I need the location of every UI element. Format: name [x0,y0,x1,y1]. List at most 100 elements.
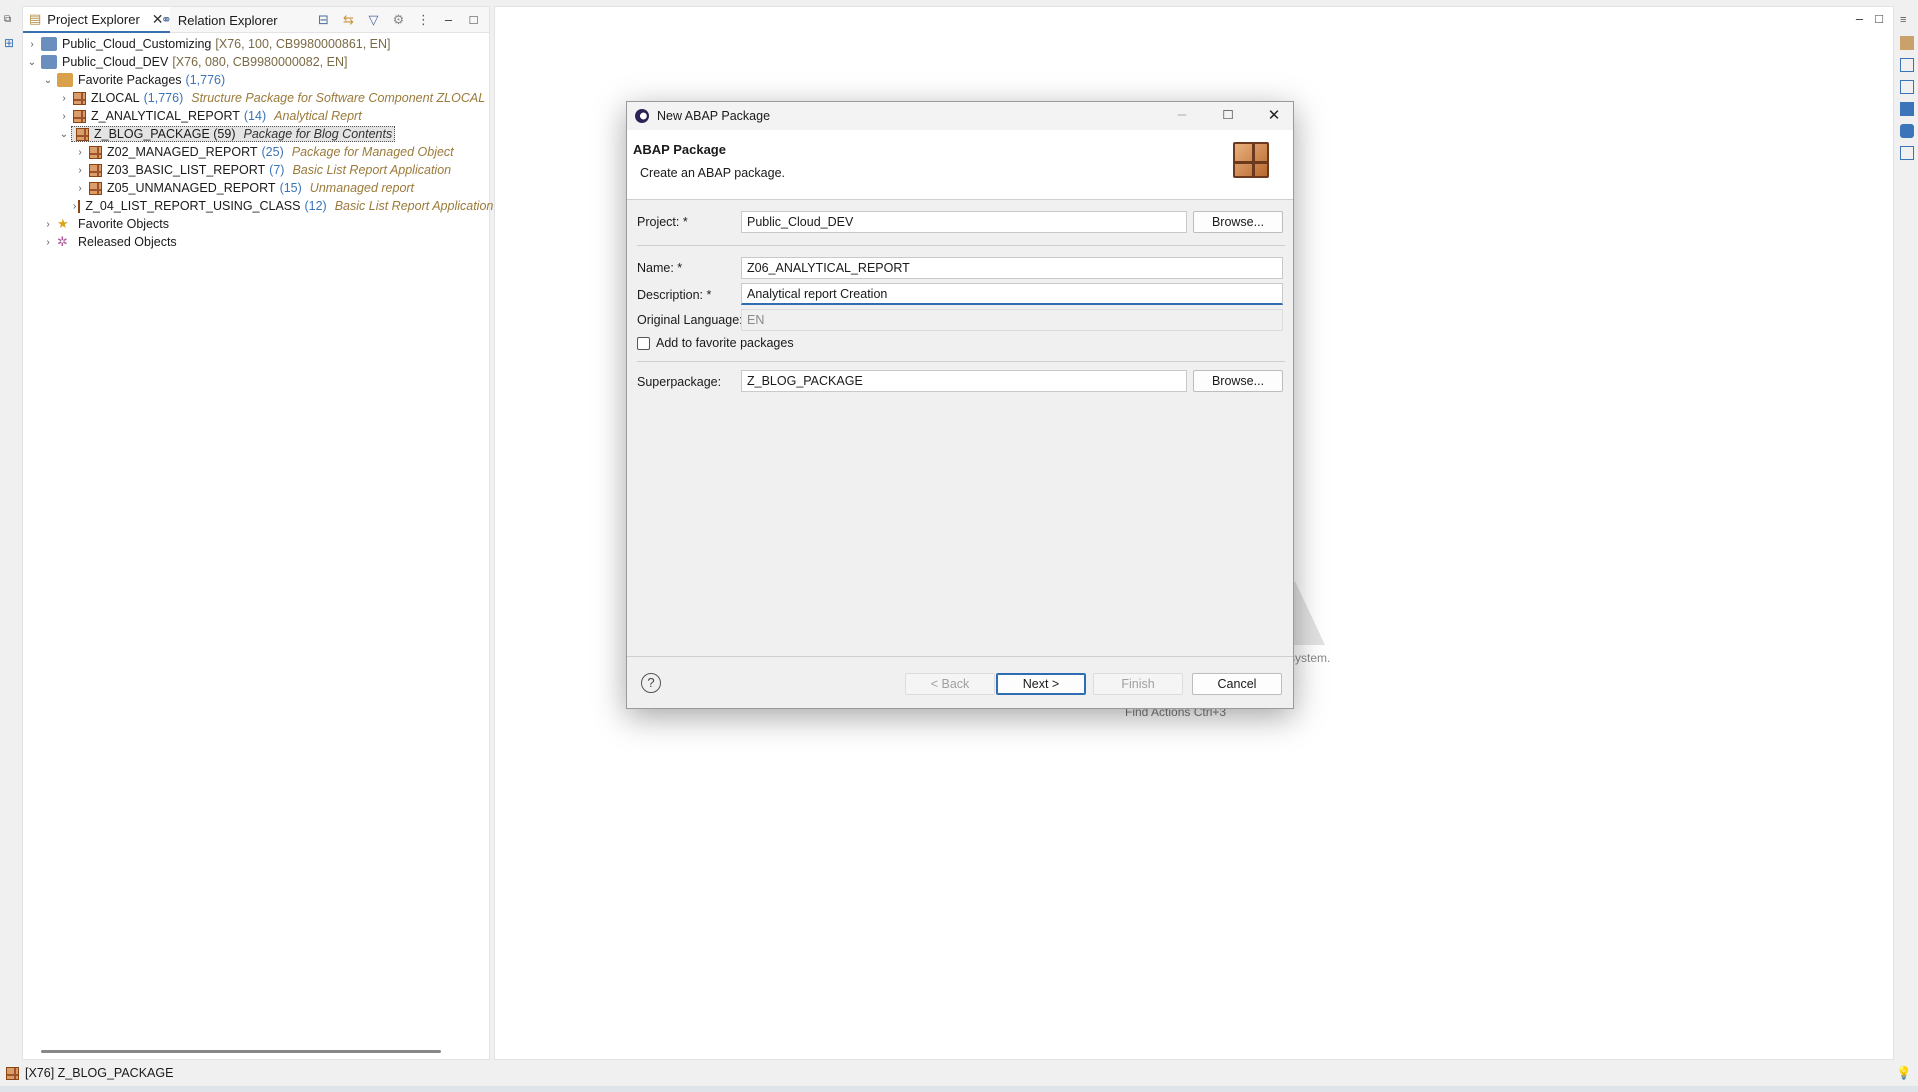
tree-item-released-objects[interactable]: › ✲ Released Objects [23,233,489,251]
tab-project-explorer[interactable]: ▤ Project Explorer ✕ [23,7,170,33]
favorite-package-icon [57,73,73,87]
description-field[interactable]: Analytical report Creation [741,283,1283,305]
tree-item-zlocal[interactable]: › ZLOCAL (1,776) Structure Package for S… [23,89,489,107]
name-label: Name: * [637,261,683,275]
chevron-right-icon[interactable]: › [25,39,39,50]
tree-item-z-analytical-report[interactable]: › Z_ANALYTICAL_REPORT (14) Analytical Re… [23,107,489,125]
chevron-right-icon[interactable]: › [57,111,71,122]
status-bar: [X76] Z_BLOG_PACKAGE 💡 [0,1062,1918,1084]
folder-icon: ▤ [29,11,42,26]
properties-icon[interactable] [1900,58,1914,72]
tree-item-favorite-objects[interactable]: › ★ Favorite Objects [23,215,489,233]
maximize-icon[interactable]: □ [466,12,481,27]
filter-icon[interactable]: ▽ [366,12,381,27]
link-icon[interactable]: ⇆ [341,12,356,27]
window-bottom-edge [0,1086,1918,1092]
feed-icon[interactable] [1900,124,1914,138]
maximize-icon[interactable]: □ [1217,106,1239,124]
tree-item-public-cloud-customizing[interactable]: › Public_Cloud_Customizing [X76, 100, CB… [23,35,489,53]
project-tree: › Public_Cloud_Customizing [X76, 100, CB… [23,35,517,251]
tree-item-z03-basic-list-report[interactable]: › Z03_BASIC_LIST_REPORT (7) Basic List R… [23,161,489,179]
settings-icon[interactable]: ⚙ [391,12,406,27]
dialog-title-bar[interactable]: New ABAP Package – □ ✕ [627,102,1293,130]
chevron-right-icon[interactable]: › [73,165,87,176]
superpackage-field[interactable]: Z_BLOG_PACKAGE [741,370,1187,392]
project-browse-button[interactable]: Browse... [1193,211,1283,233]
right-trim-bar: ≡ [1896,0,1918,1060]
tree-item-z-04-list-report-using-class[interactable]: › Z_04_LIST_REPORT_USING_CLASS (12) Basi… [23,197,517,215]
superpackage-browse-button[interactable]: Browse... [1193,370,1283,392]
original-language-label: Original Language: [637,313,743,327]
chevron-right-icon[interactable]: › [73,201,76,212]
tree-item-favorite-packages[interactable]: ⌄ Favorite Packages (1,776) [23,71,489,89]
minimize-icon[interactable]: – [1171,106,1193,124]
selected-item: Z_BLOG_PACKAGE (59) Package for Blog Con… [71,126,396,142]
maximize-icon[interactable]: □ [1875,11,1883,26]
minimize-icon[interactable]: – [441,12,456,27]
tree-item-public-cloud-dev[interactable]: ⌄ Public_Cloud_DEV [X76, 080, CB99800000… [23,53,489,71]
chevron-down-icon[interactable]: ⌄ [41,75,55,86]
chevron-down-icon[interactable]: ⌄ [25,57,39,68]
project-label: Project: * [637,215,688,229]
eclipse-icon [635,109,649,123]
package-icon [78,199,81,213]
package-icon [89,181,102,195]
package-icon [76,127,89,141]
description-label: Description: * [637,288,712,302]
transport-icon[interactable] [1900,146,1914,160]
wizard-subtitle: Create an ABAP package. [640,166,786,180]
explorer-toolbar: ⊟ ⇆ ▽ ⚙ ⋮ – □ [316,12,481,27]
original-language-field: EN [741,309,1283,331]
separator [627,656,1293,657]
project-field[interactable]: Public_Cloud_DEV [741,211,1187,233]
superpackage-label: Superpackage: [637,375,722,389]
status-text: [X76] Z_BLOG_PACKAGE [25,1066,174,1080]
chevron-right-icon[interactable]: › [57,93,71,104]
wizard-header: ABAP Package Create an ABAP package. [627,130,1293,200]
collapse-all-icon[interactable]: ⊟ [316,12,331,27]
project-explorer-panel: ▤ Project Explorer ✕ ⚭ Relation Explorer… [22,6,517,1060]
package-icon [73,91,86,105]
chevron-right-icon[interactable]: › [73,147,87,158]
chevron-right-icon[interactable]: › [41,237,55,248]
minimize-icon[interactable]: – [1856,11,1863,26]
finish-button[interactable]: Finish [1093,673,1183,695]
view-menu-icon[interactable]: ⋮ [416,12,431,27]
package-icon [1233,142,1269,178]
project-icon [41,55,57,69]
project-explorer-icon[interactable]: ⊞ [4,36,18,50]
book-icon[interactable] [1900,102,1914,116]
separator [637,245,1285,246]
chevron-right-icon[interactable]: › [41,219,55,230]
gear-icon: ✲ [57,234,68,249]
name-field[interactable]: Z06_ANALYTICAL_REPORT [741,257,1283,279]
tree-item-z02-managed-report[interactable]: › Z02_MANAGED_REPORT (25) Package for Ma… [23,143,489,161]
tab-label: Project Explorer [47,11,140,27]
task-icon[interactable] [1900,80,1914,94]
package-icon [73,109,86,123]
outline-icon[interactable]: ≡ [1900,14,1914,28]
checkbox[interactable] [637,336,650,350]
tree-item-z-blog-package[interactable]: ⌄ Z_BLOG_PACKAGE (59) Package for Blog C… [23,125,489,143]
chevron-right-icon[interactable]: › [73,183,87,194]
next-button[interactable]: Next > [996,673,1086,695]
add-to-favorites-checkbox[interactable]: Add to favorite packages [637,336,794,350]
relation-icon: ⚭ [161,12,172,27]
package-icon [6,1066,19,1080]
lightbulb-icon[interactable]: 💡 [1896,1066,1912,1081]
dialog-title: New ABAP Package [657,109,771,123]
welcome-hint-text: system. [1289,651,1331,665]
tree-item-z05-unmanaged-report[interactable]: › Z05_UNMANAGED_REPORT (15) Unmanaged re… [23,179,489,197]
tab-relation-explorer[interactable]: ⚭ Relation Explorer [155,7,284,33]
feature-icon[interactable] [1900,36,1914,50]
horizontal-scrollbar[interactable] [41,1050,441,1053]
help-icon[interactable]: ? [641,673,661,693]
cancel-button[interactable]: Cancel [1192,673,1282,695]
back-button[interactable]: < Back [905,673,995,695]
tab-label: Relation Explorer [177,12,278,28]
explorer-tab-bar: ▤ Project Explorer ✕ ⚭ Relation Explorer… [23,7,489,33]
close-icon[interactable]: ✕ [1263,106,1285,124]
restore-icon[interactable]: ⧉ [4,14,18,28]
package-icon [89,145,102,159]
chevron-down-icon[interactable]: ⌄ [57,129,71,140]
